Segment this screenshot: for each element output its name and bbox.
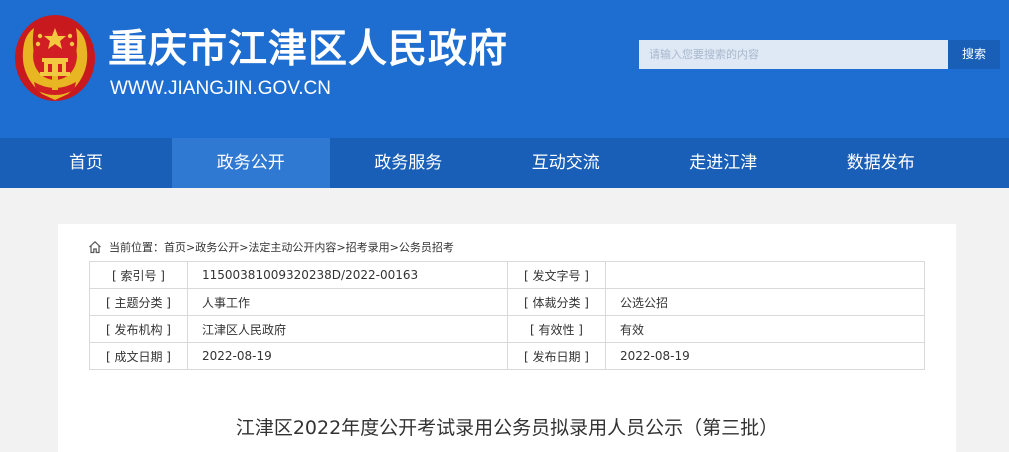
validity-value: 有效 (605, 315, 925, 343)
breadcrumb-prefix: 当前位置： (109, 241, 164, 254)
content-panel: 当前位置： 首页 > 政务公开 > 法定主动公开内容 > 招考录用 > 公务员招… (58, 224, 956, 452)
main-nav: 首页 政务公开 政务服务 互动交流 走进江津 数据发布 (0, 138, 1009, 188)
breadcrumb-separator: > (239, 240, 249, 254)
breadcrumb-separator: > (336, 240, 346, 254)
nav-item-gov-services[interactable]: 政务服务 (330, 138, 488, 188)
breadcrumb-separator: > (389, 240, 399, 254)
search-button[interactable]: 搜索 (948, 40, 1000, 69)
site-url[interactable]: WWW.JIANGJIN.GOV.CN (110, 78, 331, 100)
published-date-label: [ 发布日期 ] (507, 342, 606, 370)
index-no-label: [ 索引号 ] (89, 261, 188, 289)
nav-item-home[interactable]: 首页 (0, 138, 172, 188)
created-date-value: 2022-08-19 (187, 342, 508, 370)
table-row: [ 成文日期 ] 2022-08-19 [ 发布日期 ] 2022-08-19 (89, 342, 925, 370)
topic-label: [ 主题分类 ] (89, 288, 188, 316)
nav-item-gov-affairs-open[interactable]: 政务公开 (172, 138, 330, 188)
breadcrumb-item[interactable]: 公务员招考 (399, 239, 454, 255)
nav-item-about-jiangjin[interactable]: 走进江津 (645, 138, 803, 188)
doc-no-value (605, 261, 925, 289)
nav-item-data-release[interactable]: 数据发布 (802, 138, 960, 188)
table-row: [ 主题分类 ] 人事工作 [ 体裁分类 ] 公选公招 (89, 288, 925, 316)
doc-no-label: [ 发文字号 ] (507, 261, 606, 289)
nav-item-interaction[interactable]: 互动交流 (487, 138, 645, 188)
index-no-value: 11500381009320238D/2022-00163 (187, 261, 508, 289)
national-emblem-icon[interactable] (14, 14, 96, 102)
issuer-value: 江津区人民政府 (187, 315, 508, 343)
table-row: [ 发布机构 ] 江津区人民政府 [ 有效性 ] 有效 (89, 315, 925, 343)
breadcrumb-item[interactable]: 政务公开 (195, 239, 239, 255)
topic-value: 人事工作 (187, 288, 508, 316)
site-header: 重庆市江津区人民政府 WWW.JIANGJIN.GOV.CN 搜索 (0, 0, 1009, 138)
breadcrumb-item[interactable]: 招考录用 (346, 239, 390, 255)
breadcrumb-item[interactable]: 首页 (164, 239, 186, 255)
table-row: [ 索引号 ] 11500381009320238D/2022-00163 [ … (89, 261, 925, 289)
validity-label: [ 有效性 ] (507, 315, 606, 343)
breadcrumb-item[interactable]: 法定主动公开内容 (248, 239, 336, 255)
document-meta-table: [ 索引号 ] 11500381009320238D/2022-00163 [ … (89, 261, 925, 370)
breadcrumb-separator: > (186, 240, 196, 254)
home-icon (89, 240, 101, 254)
search-input[interactable] (639, 40, 948, 69)
article-title: 江津区2022年度公开考试录用公务员拟录用人员公示（第三批） (235, 417, 779, 439)
created-date-label: [ 成文日期 ] (89, 342, 188, 370)
site-title[interactable]: 重庆市江津区人民政府 (108, 18, 508, 74)
genre-value: 公选公招 (605, 288, 925, 316)
issuer-label: [ 发布机构 ] (89, 315, 188, 343)
breadcrumb: 当前位置： 首页 > 政务公开 > 法定主动公开内容 > 招考录用 > 公务员招… (88, 237, 454, 257)
genre-label: [ 体裁分类 ] (507, 288, 606, 316)
published-date-value: 2022-08-19 (605, 342, 925, 370)
